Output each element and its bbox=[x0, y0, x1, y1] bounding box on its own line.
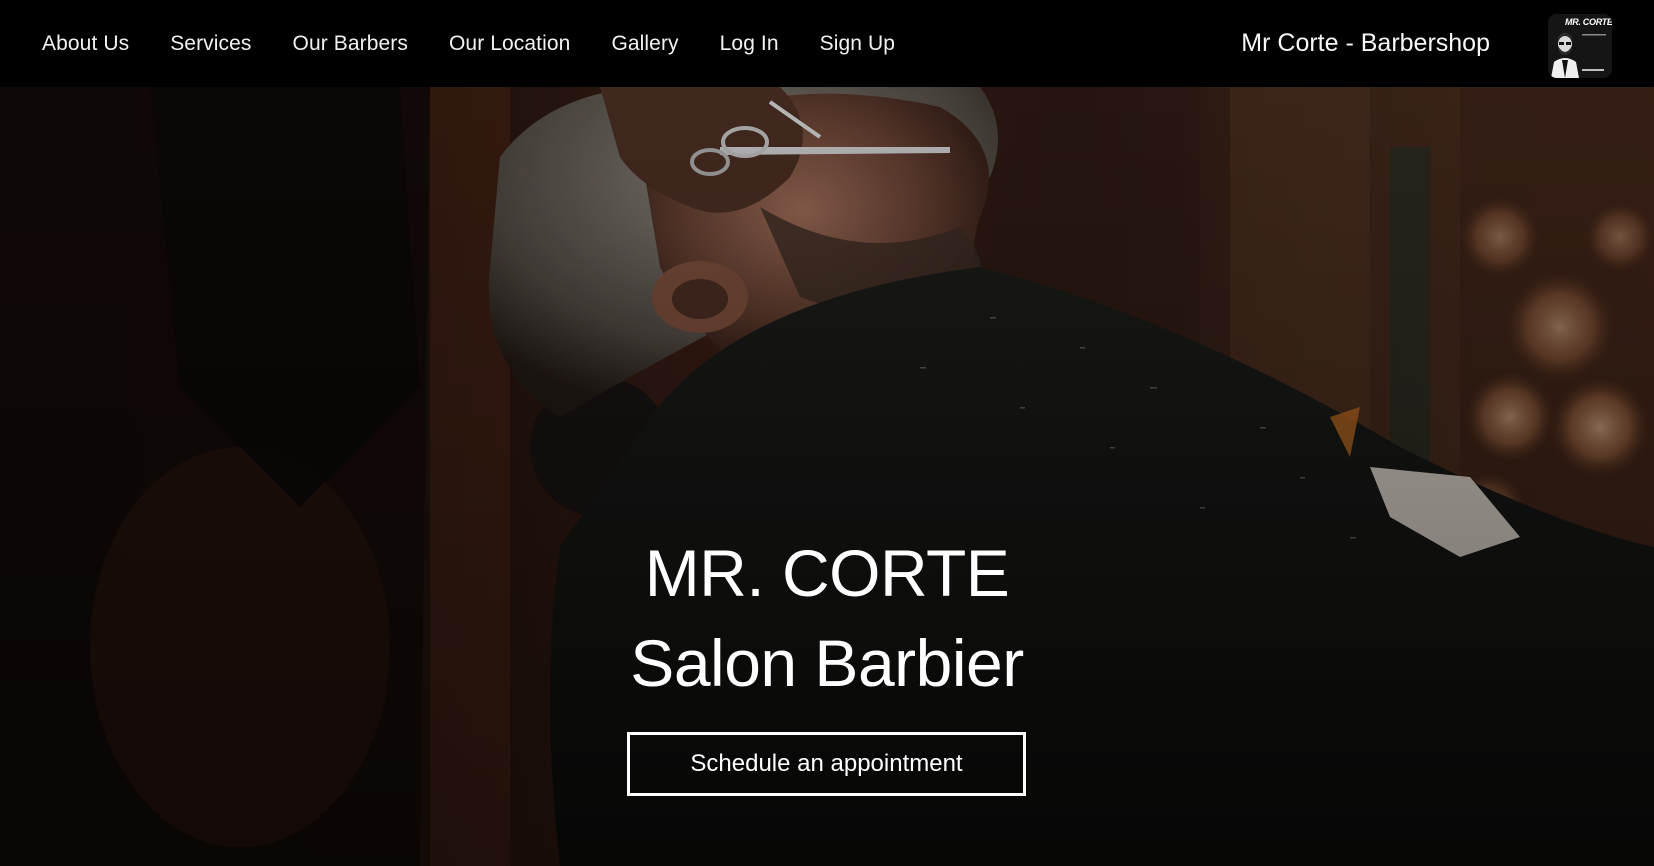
hero-subtitle: Salon Barbier bbox=[630, 626, 1024, 700]
nav-log-in[interactable]: Log In bbox=[720, 32, 779, 56]
page: About Us Services Our Barbers Our Locati… bbox=[0, 0, 1654, 866]
schedule-appointment-button[interactable]: Schedule an appointment bbox=[627, 732, 1026, 796]
hero-title: MR. CORTE bbox=[644, 536, 1010, 610]
nav-gallery[interactable]: Gallery bbox=[611, 32, 678, 56]
nav-about-us[interactable]: About Us bbox=[42, 32, 129, 56]
hero-section: MR. CORTE Salon Barbier Schedule an appo… bbox=[0, 87, 1654, 866]
brand-logo[interactable]: MR. CORTE bbox=[1548, 14, 1612, 78]
logo-text: MR. CORTE bbox=[1565, 17, 1612, 27]
brand-name[interactable]: Mr Corte - Barbershop bbox=[1241, 0, 1490, 87]
nav-services[interactable]: Services bbox=[170, 32, 251, 56]
nav-links: About Us Services Our Barbers Our Locati… bbox=[42, 0, 936, 87]
nav-our-location[interactable]: Our Location bbox=[449, 32, 570, 56]
top-navbar: About Us Services Our Barbers Our Locati… bbox=[0, 0, 1654, 87]
nav-our-barbers[interactable]: Our Barbers bbox=[293, 32, 408, 56]
nav-sign-up[interactable]: Sign Up bbox=[820, 32, 895, 56]
